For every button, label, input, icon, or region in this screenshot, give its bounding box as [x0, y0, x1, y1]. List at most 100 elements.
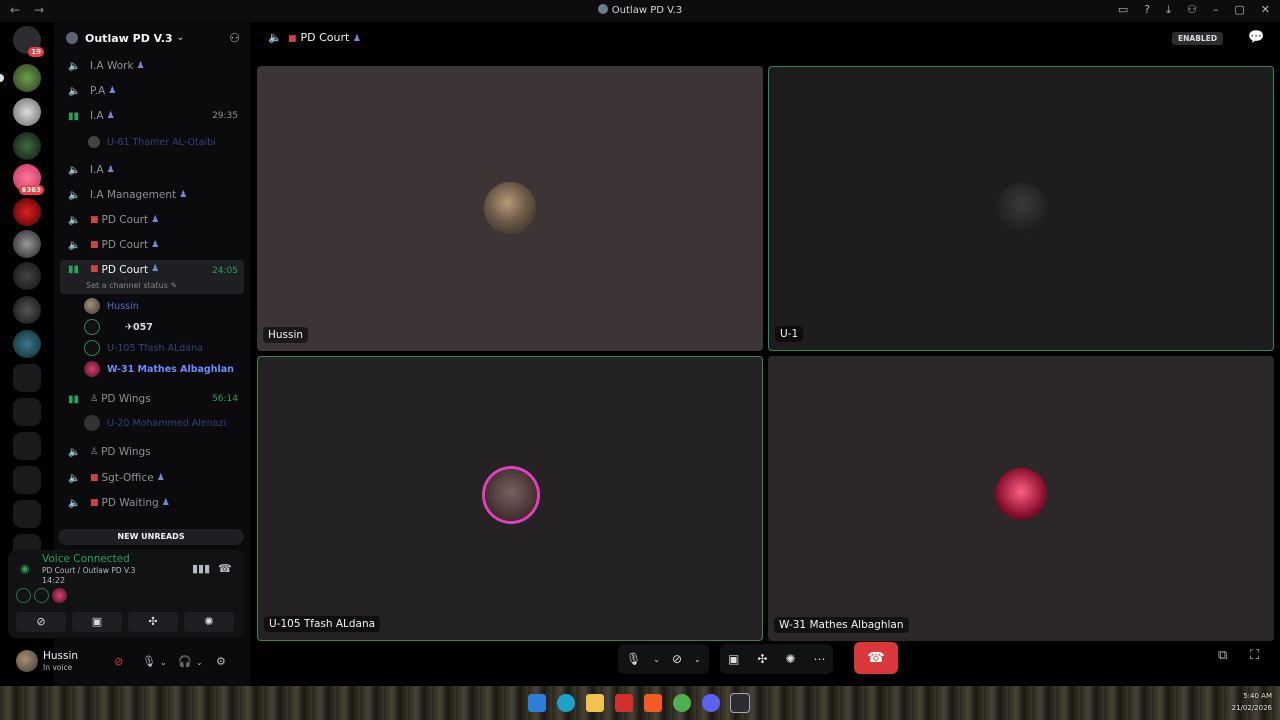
voice-channel-ia[interactable]: 🔈 I.A ♟: [60, 159, 244, 181]
server-icon-3[interactable]: [13, 132, 41, 160]
voice-member-u105[interactable]: U-105 Tfash ALdana: [84, 338, 203, 358]
avatar: [84, 298, 100, 314]
server-icon-8[interactable]: [13, 296, 41, 324]
voice-timer: 14:22: [42, 576, 66, 585]
server-folder-4[interactable]: [13, 466, 41, 494]
voice-channel-pd-court-2[interactable]: 🔈 ■ PD Court ♟: [60, 234, 244, 256]
camera-off-icon[interactable]: ⊘: [114, 655, 123, 668]
server-folder-5[interactable]: [13, 500, 41, 528]
participant-tile-w31[interactable]: W-31 Mathes Albaghlan: [768, 356, 1274, 641]
inbox-icon[interactable]: ▭: [1118, 3, 1128, 17]
chevron-down-icon[interactable]: ⌄: [653, 655, 660, 664]
briefcase-icon: ■: [90, 215, 99, 225]
server-folder-2[interactable]: [13, 398, 41, 426]
voice-channel-pd-waiting[interactable]: 🔈 ■ PD Waiting ♟: [60, 492, 244, 514]
chat-icon[interactable]: 💬: [1248, 30, 1264, 45]
maximize-icon[interactable]: ▢: [1234, 3, 1244, 17]
windows-start-icon[interactable]: [528, 694, 546, 712]
chevron-down-icon[interactable]: ⌄: [694, 655, 701, 664]
activities-button[interactable]: ✣: [128, 612, 178, 632]
voice-participants: [16, 588, 67, 603]
signal-icon[interactable]: ◉: [20, 562, 30, 575]
speaker-icon: 🔈: [68, 472, 81, 484]
avatar: [34, 588, 49, 603]
server-icon-7[interactable]: [13, 262, 41, 290]
chevron-down-icon[interactable]: ⌄: [160, 658, 167, 667]
disconnect-icon[interactable]: ☎: [218, 562, 232, 575]
voice-channel-ia-live[interactable]: ▮▮ I.A ♟ 29:35: [60, 105, 244, 127]
minimize-icon[interactable]: –: [1213, 3, 1219, 17]
server-icon-5[interactable]: [13, 198, 41, 226]
user-status-icon[interactable]: ⚇: [1187, 3, 1197, 17]
channel-status-prompt[interactable]: Set a channel status ✎: [86, 281, 177, 290]
voice-channel-pd-court-1[interactable]: 🔈 ■ PD Court ♟: [60, 209, 244, 231]
server-icon-9[interactable]: [13, 330, 41, 358]
system-tray[interactable]: 5:40 AM 21/02/2026: [1232, 690, 1272, 714]
officer-icon: ♟: [179, 190, 188, 200]
voice-channel-sgt-office[interactable]: 🔈 ■ Sgt-Office ♟: [60, 467, 244, 489]
screen-share-icon[interactable]: ▣: [728, 652, 739, 666]
server-indicator: [0, 74, 4, 82]
discord-active-icon[interactable]: [730, 693, 750, 713]
server-icon-2[interactable]: [13, 98, 41, 126]
disconnect-button[interactable]: ☎: [854, 642, 898, 674]
activities-icon[interactable]: ✣: [757, 652, 767, 666]
camera-off-button[interactable]: ⊘: [16, 612, 66, 632]
invite-people-icon[interactable]: ⚇: [229, 31, 240, 45]
voice-channel-pd-wings[interactable]: 🔈 ♙ PD Wings: [60, 441, 244, 463]
server-icon-mcs[interactable]: [13, 64, 41, 92]
avatar: [84, 415, 100, 431]
download-icon[interactable]: ⤓: [1166, 3, 1171, 17]
voice-channel-ia-management[interactable]: 🔈 I.A Management ♟: [60, 184, 244, 206]
user-name[interactable]: Hussin: [43, 650, 78, 662]
brave-icon[interactable]: [644, 694, 662, 712]
close-icon[interactable]: ✕: [1261, 3, 1270, 17]
avatar[interactable]: [16, 650, 38, 672]
voice-stage: 🔈 ■ PD Court ♟ ENABLED 💬 Hussin U-1 U-105…: [250, 22, 1280, 686]
server-folder-3[interactable]: [13, 432, 41, 460]
participant-tile-u1[interactable]: U-1: [768, 66, 1274, 351]
server-logo-icon: [597, 4, 608, 14]
voice-status[interactable]: Voice Connected: [42, 553, 130, 565]
more-options-icon[interactable]: ⋯: [813, 652, 825, 666]
camera-off-icon[interactable]: ⊘: [672, 652, 682, 666]
help-icon[interactable]: ?: [1144, 3, 1150, 17]
voice-location[interactable]: PD Court / Outlaw PD V.3: [42, 566, 135, 575]
enabled-badge[interactable]: ENABLED: [1172, 32, 1224, 45]
participant-tile-hussin[interactable]: Hussin: [257, 66, 763, 351]
microphone-icon[interactable]: 🎙: [142, 655, 156, 668]
voice-member-057[interactable]: ✈ 057: [84, 317, 153, 337]
officer-icon: ♟: [136, 61, 145, 71]
officer-icon: ♟: [156, 473, 165, 483]
edge-icon[interactable]: [557, 694, 575, 712]
voice-member-hussin[interactable]: Hussin: [84, 296, 139, 316]
fullscreen-icon[interactable]: ⛶: [1250, 648, 1259, 663]
screen-share-button[interactable]: ▣: [72, 612, 122, 632]
soundboard-button[interactable]: ✺: [184, 612, 234, 632]
voice-member-w31[interactable]: W-31 Mathes Albaghlan: [84, 359, 234, 379]
soundboard-icon[interactable]: ✺: [785, 652, 795, 666]
guild-header[interactable]: Outlaw PD V.3 ⌄ ⚇: [54, 22, 250, 54]
server-icon-4[interactable]: 6363: [13, 164, 44, 195]
server-folder-1[interactable]: [13, 364, 41, 392]
new-unreads-button[interactable]: NEW UNREADS: [58, 529, 244, 545]
popout-icon[interactable]: ⧉: [1218, 648, 1227, 663]
voice-channel-pd-wings-live[interactable]: ▮▮ ♙ PD Wings 56:14: [60, 388, 244, 410]
headphones-icon[interactable]: 🎧: [178, 655, 192, 668]
avatar: [84, 340, 100, 356]
voice-channel-pa[interactable]: 🔈 P.A ♟: [60, 80, 244, 102]
noise-suppression-icon[interactable]: ▮▮▮: [192, 562, 210, 575]
app-icon[interactable]: [615, 694, 633, 712]
voice-channel-ia-work[interactable]: 🔈 I.A Work ♟: [60, 55, 244, 77]
voice-member-u20[interactable]: U-20 Mohammed Alenazi: [84, 413, 226, 433]
home-button[interactable]: 19: [13, 26, 44, 57]
file-explorer-icon[interactable]: [586, 694, 604, 712]
gear-icon[interactable]: ⚙: [216, 655, 226, 668]
voice-member[interactable]: U-61 Thamer AL-Otaibi: [88, 132, 216, 152]
chevron-down-icon[interactable]: ⌄: [196, 658, 203, 667]
microphone-icon[interactable]: 🎙: [626, 652, 641, 666]
server-icon-6[interactable]: [13, 230, 41, 258]
participant-tile-u105[interactable]: U-105 Tfash ALdana: [257, 356, 763, 641]
chrome-icon[interactable]: [673, 694, 691, 712]
discord-icon[interactable]: [702, 694, 720, 712]
